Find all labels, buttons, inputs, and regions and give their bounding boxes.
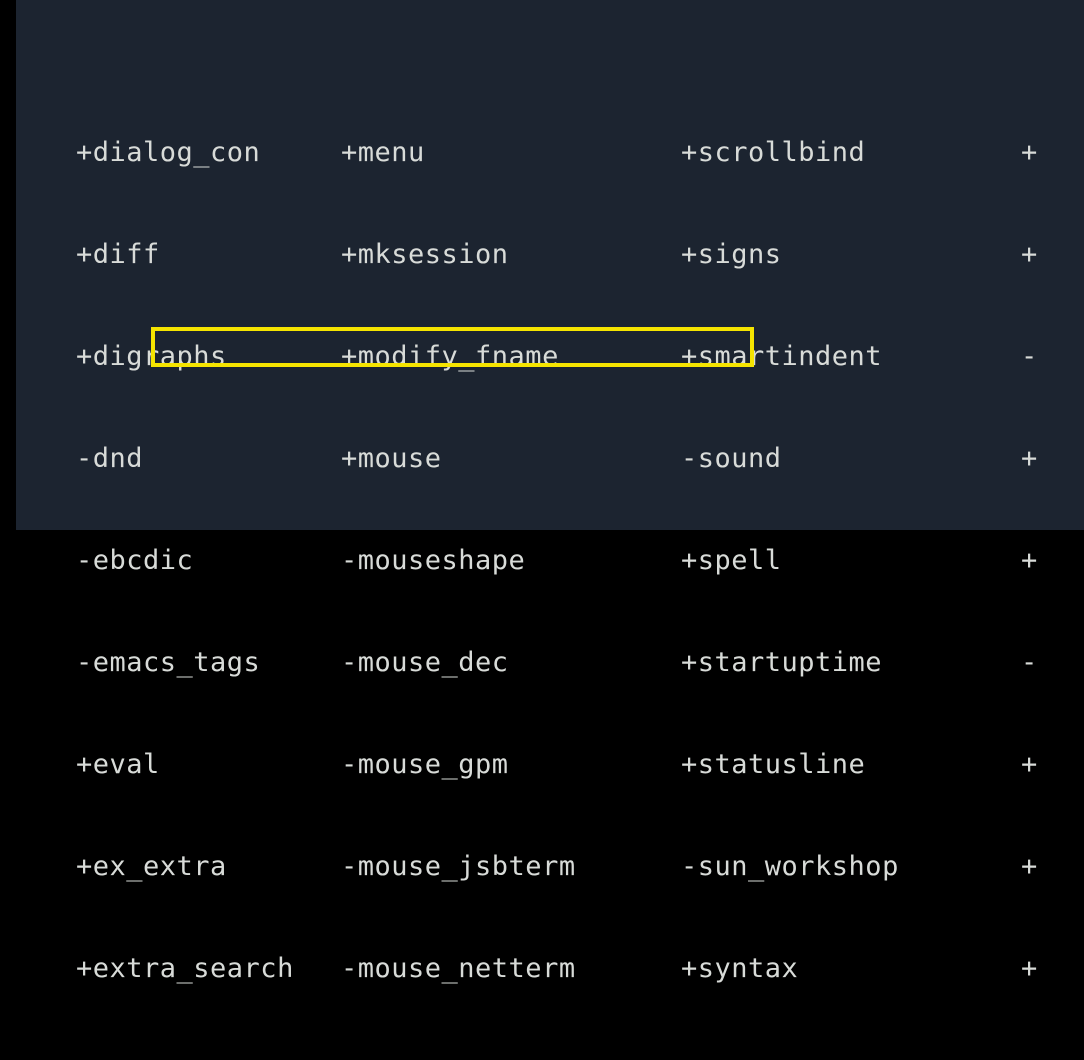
feature-row: +dialog_con +menu +scrollbind + <box>16 136 1084 170</box>
feature-col2: +modify_fname <box>341 340 681 374</box>
feature-col1: +extra_search <box>16 952 341 986</box>
feature-col3: +startuptime <box>681 646 1021 680</box>
feature-col4: + <box>1021 952 1061 986</box>
feature-col3: -sun_workshop <box>681 850 1021 884</box>
feature-col3: -sound <box>681 442 1021 476</box>
feature-col1: +eval <box>16 748 341 782</box>
feature-col4: - <box>1021 340 1061 374</box>
feature-col1: -dnd <box>16 442 341 476</box>
feature-col1: +ex_extra <box>16 850 341 884</box>
feature-row: +digraphs +modify_fname +smartindent - <box>16 340 1084 374</box>
feature-row: +eval -mouse_gpm +statusline + <box>16 748 1084 782</box>
feature-col4: + <box>1021 748 1061 782</box>
feature-col2: +mksession <box>341 238 681 272</box>
feature-col2: -mouse_jsbterm <box>341 850 681 884</box>
feature-col4: - <box>1021 646 1061 680</box>
terminal-output: +dialog_con +menu +scrollbind + +diff +m… <box>16 0 1084 530</box>
feature-col3: +statusline <box>681 748 1021 782</box>
feature-col2: -mouse_gpm <box>341 748 681 782</box>
feature-col4: + <box>1021 544 1061 578</box>
feature-col1: +diff <box>16 238 341 272</box>
feature-col1: +dialog_con <box>16 136 341 170</box>
feature-row: -emacs_tags -mouse_dec +startuptime - <box>16 646 1084 680</box>
feature-col3: +spell <box>681 544 1021 578</box>
feature-row: +diff +mksession +signs + <box>16 238 1084 272</box>
feature-col3: +signs <box>681 238 1021 272</box>
feature-row: +extra_search -mouse_netterm +syntax + <box>16 952 1084 986</box>
feature-col4: + <box>1021 442 1061 476</box>
feature-col1: +digraphs <box>16 340 341 374</box>
feature-col4: + <box>1021 850 1061 884</box>
feature-row: -dnd +mouse -sound + <box>16 442 1084 476</box>
feature-list: +dialog_con +menu +scrollbind + +diff +m… <box>16 68 1084 1054</box>
feature-col1: -emacs_tags <box>16 646 341 680</box>
feature-col2: +menu <box>341 136 681 170</box>
feature-col2: -mouse_netterm <box>341 952 681 986</box>
feature-col3: +smartindent <box>681 340 1021 374</box>
feature-row: -ebcdic -mouseshape +spell + <box>16 544 1084 578</box>
feature-col4: + <box>1021 136 1061 170</box>
feature-col2: -mouseshape <box>341 544 681 578</box>
feature-col3: +scrollbind <box>681 136 1021 170</box>
feature-col1: -ebcdic <box>16 544 341 578</box>
feature-col2: +mouse <box>341 442 681 476</box>
feature-col4: + <box>1021 238 1061 272</box>
feature-col3: +syntax <box>681 952 1021 986</box>
feature-row: +ex_extra -mouse_jsbterm -sun_workshop + <box>16 850 1084 884</box>
feature-col2: -mouse_dec <box>341 646 681 680</box>
